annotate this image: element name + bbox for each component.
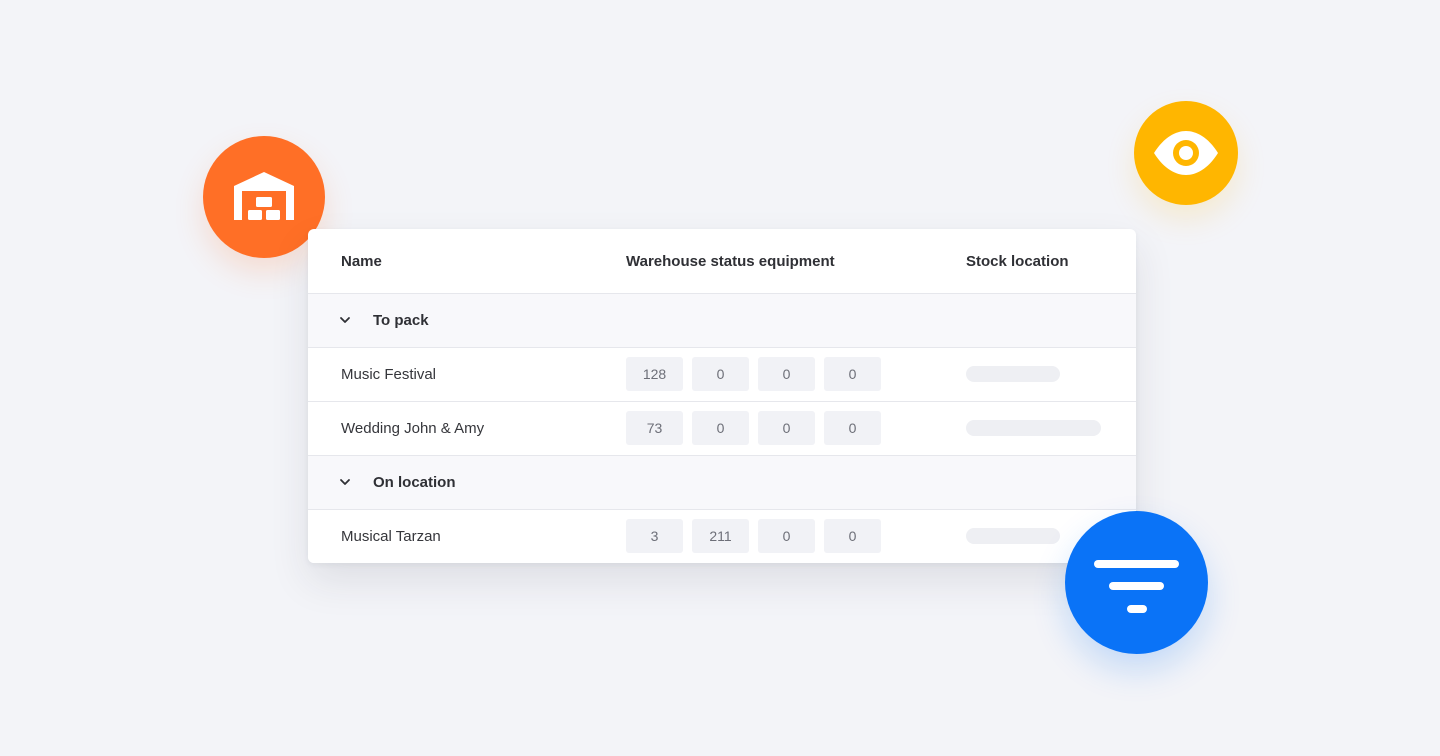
stock-location-bar	[966, 528, 1060, 544]
row-name: Musical Tarzan	[341, 528, 441, 545]
stock-location-bar	[966, 420, 1101, 436]
status-count: 211	[692, 519, 749, 553]
status-count: 0	[758, 411, 815, 445]
stock-location-bar	[966, 366, 1060, 382]
status-count: 0	[758, 357, 815, 391]
header-name[interactable]: Name	[341, 253, 382, 270]
status-count: 0	[824, 519, 881, 553]
table-header: Name Warehouse status equipment Stock lo…	[308, 229, 1136, 293]
chevron-down-icon[interactable]	[339, 314, 351, 326]
warehouse-icon	[234, 172, 294, 220]
table-row[interactable]: Music Festival 128 0 0 0	[308, 347, 1136, 401]
row-name: Music Festival	[341, 366, 437, 383]
table-row[interactable]: Musical Tarzan 3 211 0 0	[308, 509, 1136, 563]
status-count: 0	[824, 411, 881, 445]
filter-button[interactable]	[1065, 511, 1208, 654]
status-count: 0	[692, 357, 749, 391]
chevron-down-icon[interactable]	[339, 476, 351, 488]
group-row-to-pack[interactable]: To pack	[308, 293, 1136, 347]
status-count: 73	[626, 411, 683, 445]
group-label: To pack	[373, 312, 429, 329]
warehouse-table: Name Warehouse status equipment Stock lo…	[308, 229, 1136, 563]
status-count: 3	[626, 519, 683, 553]
eye-button[interactable]	[1134, 101, 1238, 205]
row-name: Wedding John & Amy	[341, 420, 485, 437]
table-row[interactable]: Wedding John & Amy 73 0 0 0	[308, 401, 1136, 455]
group-label: On location	[373, 474, 456, 491]
filter-icon	[1094, 560, 1179, 613]
header-status[interactable]: Warehouse status equipment	[626, 253, 835, 270]
status-count: 128	[626, 357, 683, 391]
status-count: 0	[824, 357, 881, 391]
group-row-on-location[interactable]: On location	[308, 455, 1136, 509]
status-count: 0	[692, 411, 749, 445]
warehouse-button[interactable]	[203, 136, 325, 258]
status-count: 0	[758, 519, 815, 553]
header-stock-location[interactable]: Stock location	[966, 253, 1069, 270]
eye-icon	[1154, 131, 1218, 175]
